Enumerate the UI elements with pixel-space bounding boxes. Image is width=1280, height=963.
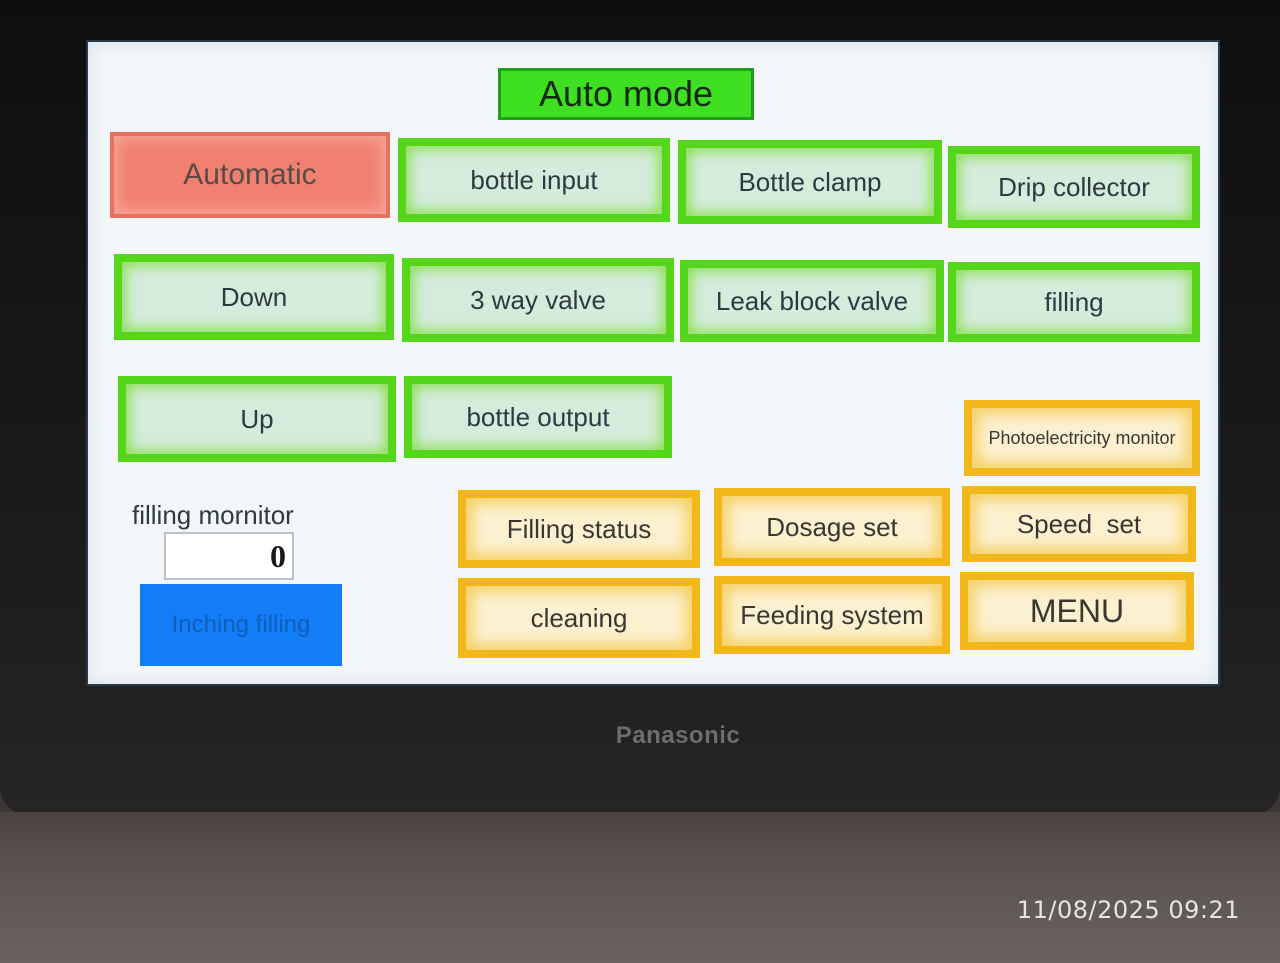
hmi-screen: Auto mode Automatic bottle input Bottle … bbox=[86, 40, 1220, 686]
photo-timestamp: 11/08/2025 09:21 bbox=[1016, 896, 1240, 924]
filling-monitor-label: filling mornitor bbox=[132, 500, 294, 530]
inching-filling-button[interactable]: Inching filling bbox=[140, 584, 342, 666]
feeding-system-button[interactable]: Feeding system bbox=[714, 576, 950, 654]
bottle-output-button[interactable]: bottle output bbox=[404, 376, 672, 458]
bottle-clamp-button[interactable]: Bottle clamp bbox=[678, 140, 942, 224]
filling-monitor-value: 0 bbox=[164, 532, 294, 580]
speed-set-button[interactable]: Speed set bbox=[962, 486, 1196, 562]
automatic-button[interactable]: Automatic bbox=[110, 132, 390, 218]
leak-block-valve-button[interactable]: Leak block valve bbox=[680, 260, 944, 342]
filling-button[interactable]: filling bbox=[948, 262, 1200, 342]
bottle-input-button[interactable]: bottle input bbox=[398, 138, 670, 222]
brand-logo: Panasonic bbox=[615, 722, 741, 749]
dosage-set-button[interactable]: Dosage set bbox=[714, 488, 950, 566]
down-button[interactable]: Down bbox=[114, 254, 394, 340]
drip-collector-button[interactable]: Drip collector bbox=[948, 146, 1200, 228]
cleaning-button[interactable]: cleaning bbox=[458, 578, 700, 658]
background-wall bbox=[0, 812, 1280, 963]
three-way-valve-button[interactable]: 3 way valve bbox=[402, 258, 674, 342]
menu-button[interactable]: MENU bbox=[960, 572, 1194, 650]
screen-title: Auto mode bbox=[498, 68, 754, 120]
up-button[interactable]: Up bbox=[118, 376, 396, 462]
photoelectricity-monitor-button[interactable]: Photoelectricity monitor bbox=[964, 400, 1200, 476]
filling-status-button[interactable]: Filling status bbox=[458, 490, 700, 568]
